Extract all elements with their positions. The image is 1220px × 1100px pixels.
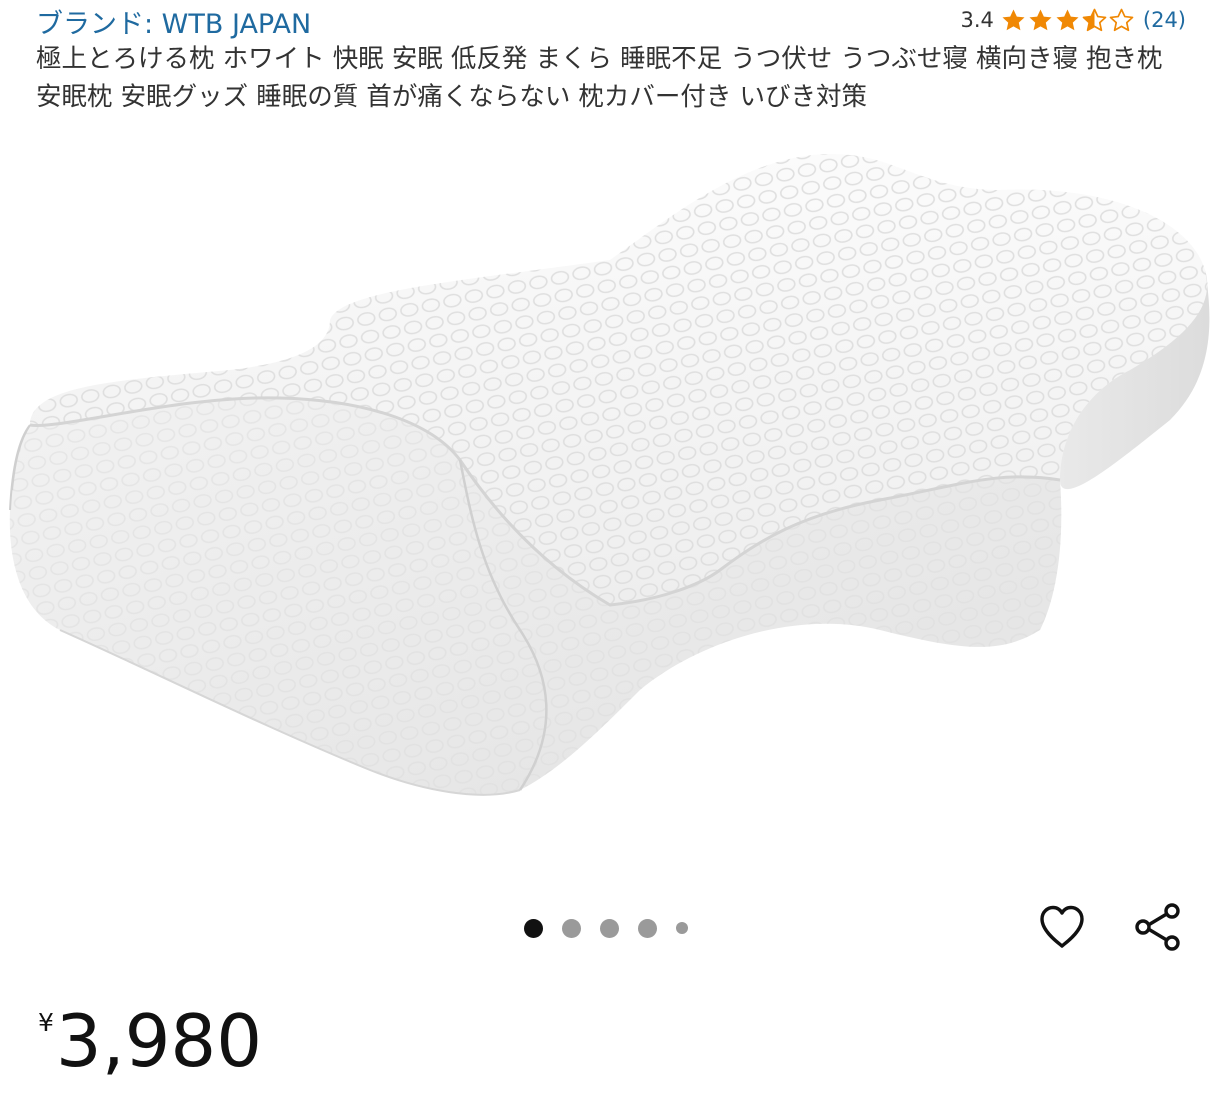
rating-count-link[interactable]: (24) xyxy=(1143,8,1186,32)
price-currency: ¥ xyxy=(38,1008,54,1037)
star-full-icon xyxy=(1056,8,1079,30)
price-amount: 3,980 xyxy=(55,999,263,1083)
carousel-dot-5[interactable] xyxy=(676,922,688,934)
carousel-dot-1[interactable] xyxy=(524,918,543,938)
product-image[interactable] xyxy=(0,130,1220,870)
star-full-icon xyxy=(1029,8,1052,30)
product-page: ブランド: WTB JAPAN 3.4 (24) 極上とろける枕 ホワイト 快眠… xyxy=(0,0,1220,1100)
share-button[interactable] xyxy=(1130,899,1186,955)
star-half-icon xyxy=(1082,8,1107,31)
rating-summary[interactable]: 3.4 (24) xyxy=(960,4,1186,36)
carousel-dot-4[interactable] xyxy=(638,918,657,938)
rating-value: 3.4 xyxy=(960,8,994,32)
star-empty-icon xyxy=(1109,8,1134,31)
price: ¥ 3,980 xyxy=(38,996,262,1086)
carousel-dot-3[interactable] xyxy=(600,918,619,938)
image-carousel-indicator xyxy=(524,918,707,938)
product-title: 極上とろける枕 ホワイト 快眠 安眠 低反発 まくら 睡眠不足 うつ伏せ うつぶ… xyxy=(36,44,1163,112)
brand-link[interactable]: ブランド: WTB JAPAN xyxy=(36,2,311,41)
share-icon xyxy=(1135,903,1180,951)
wishlist-button[interactable] xyxy=(1034,899,1090,955)
star-rating xyxy=(1000,7,1135,34)
star-full-icon xyxy=(1002,8,1025,30)
carousel-dot-2[interactable] xyxy=(562,918,581,938)
heart-outline-icon xyxy=(1040,905,1084,948)
